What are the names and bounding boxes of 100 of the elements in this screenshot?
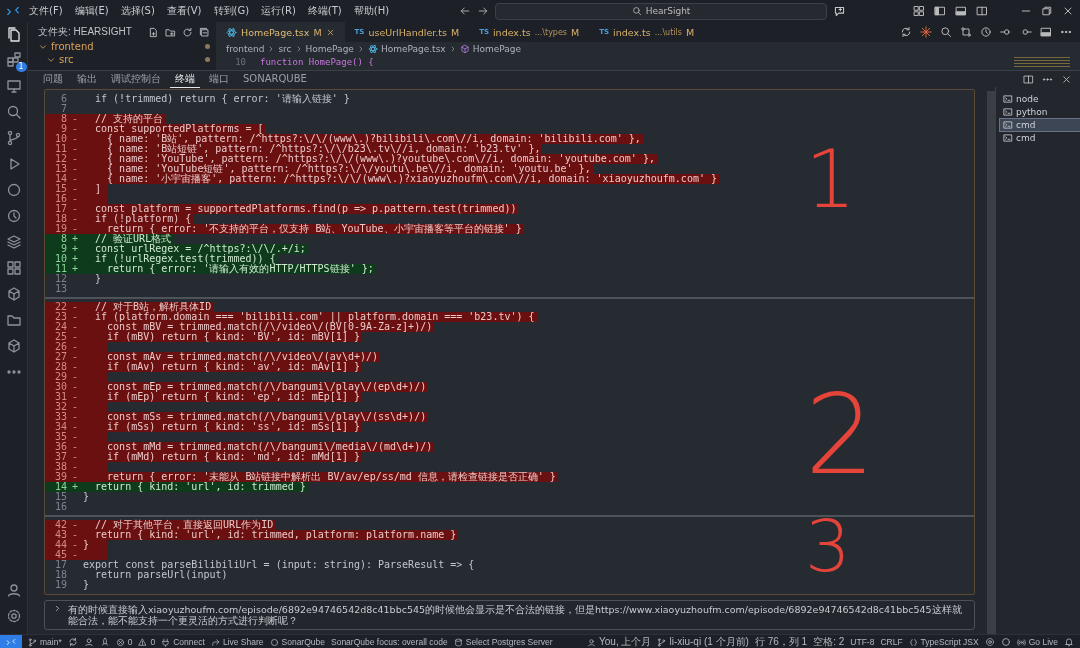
code-line: if (mBV) return { kind: 'BV', id: mBV[1] } xyxy=(106,332,360,342)
code-line: const mEp = trimmed.match(/\/bangumi\/play\/(ep\d+)/) xyxy=(106,382,428,392)
code-line: // 对于B站，解析具体ID xyxy=(94,302,213,312)
diff-sign: - xyxy=(72,431,78,442)
status-item[interactable]: TypeScript JSX xyxy=(908,637,979,647)
menu-item[interactable]: 查看(V) xyxy=(163,4,205,18)
code-line: // 对于其他平台，直接返回URL作为ID xyxy=(94,520,274,530)
code-line: const mAv = trimmed.match(/\/video\/(av\d+)/) xyxy=(106,352,379,362)
line-number: 10 xyxy=(53,254,67,264)
diff-sign: - xyxy=(72,539,78,550)
diff-sign: - xyxy=(72,123,78,134)
panel-tab[interactable]: 输出 xyxy=(72,70,102,88)
line-number: 11 xyxy=(53,144,67,154)
line-number: 12 xyxy=(53,154,67,164)
panel-tab[interactable]: 终端 xyxy=(170,70,200,88)
diff-sign: + xyxy=(72,233,78,244)
handwritten-number: 2 xyxy=(805,380,875,490)
status-item[interactable]: 行 76，列 1 xyxy=(754,635,808,648)
tree-item[interactable]: frontend xyxy=(51,41,94,52)
terminal-item[interactable]: python xyxy=(1000,106,1080,118)
line-number: 9 xyxy=(59,124,67,134)
code-line: } xyxy=(94,274,103,284)
status-item[interactable]: CRLF xyxy=(880,637,903,647)
code-line: { name: 'YouTube短链', pattern: /^https?:\/\/youtu\.be\//i, domain: 'youtu.be' }, xyxy=(106,164,591,174)
line-number: 10 xyxy=(234,56,247,67)
code-line: return { error: '请输入有效的HTTP/HTTPS链接' }; xyxy=(106,264,375,274)
prompt-field[interactable]: 有的时候直接输入xiaoyuzhoufm.com/episode/6892e94746542d8c41bbc545的时候他会显示是不合法的链接，但是https://www.xiaoyuzhoufm.com/episode/6892e94746542d8c41bbc545这样就能合法，能不能支持一个更灵活的方式进行判断呢？ xyxy=(44,600,975,630)
menu-item[interactable]: 选择(S) xyxy=(117,4,158,18)
search-field[interactable]: HearSight xyxy=(495,2,828,20)
line-number: 28 xyxy=(53,362,67,372)
status-item[interactable]: You, 上个月 xyxy=(587,635,652,648)
panel-tab[interactable]: 端口 xyxy=(204,70,234,88)
breadcrumb-item[interactable]: HomePage xyxy=(305,43,354,54)
menu-item[interactable]: 帮助(H) xyxy=(350,4,393,18)
terminal-item[interactable]: node xyxy=(1000,93,1080,105)
menu-item[interactable]: 运行(R) xyxy=(258,4,299,18)
handwritten-number: 1 xyxy=(805,140,856,220)
menu-item[interactable]: 编辑(E) xyxy=(71,4,112,18)
code-line: function HomePage() { xyxy=(260,56,374,67)
diff-sign: + xyxy=(72,481,78,492)
diff-sign: - xyxy=(72,193,78,204)
menu-item[interactable]: 文件(F) xyxy=(26,4,66,18)
editor-tab[interactable]: HomePage.tsx M xyxy=(216,22,345,42)
menu-item[interactable]: 转到(G) xyxy=(210,4,253,18)
status-item[interactable]: UTF-8 xyxy=(850,637,875,647)
line-number: 25 xyxy=(53,332,67,342)
handwritten-number: 3 xyxy=(805,510,851,582)
diff-sign: - xyxy=(72,391,78,402)
terminal-item[interactable]: cmd xyxy=(1000,119,1080,131)
diff-sign: - xyxy=(72,471,78,482)
code-line: { name: 'B站', pattern: /^https?:\/\/(www\.)?bilibili\.com\//i, domain: 'bilibili.com' }, xyxy=(106,134,642,144)
code-line: const supportedPlatforms = [ xyxy=(94,124,265,134)
line-number: 36 xyxy=(53,442,67,452)
diff-sign: - xyxy=(72,371,78,382)
explorer-title: 文件夹: HEARSIGHT xyxy=(38,25,132,39)
line-number: 16 xyxy=(53,194,67,204)
line-number: 14 xyxy=(53,482,67,492)
panel-tab[interactable]: SONARQUBE xyxy=(238,72,312,86)
line-number: 39 xyxy=(53,472,67,482)
status-item[interactable]: main* xyxy=(28,637,62,647)
breadcrumb-item[interactable]: frontend xyxy=(226,43,265,54)
status-item[interactable]: li-xiu-qi (1 个月前) xyxy=(657,635,749,648)
status-item[interactable]: SonarQube xyxy=(269,637,325,647)
status-item[interactable]: 0 xyxy=(138,637,156,647)
panel-tab[interactable]: 问题 xyxy=(38,70,68,88)
code-line: export const parseBilibiliUrl = (input: string): ParseResult => { xyxy=(83,560,476,570)
line-number: 38 xyxy=(53,462,67,472)
line-number: 43 xyxy=(53,530,67,540)
code-line: const mMd = trimmed.match(/\/bangumi\/media\/(md\d+)/) xyxy=(106,442,434,452)
status-item[interactable]: SonarQube focus: overall code xyxy=(331,637,448,647)
line-number: 17 xyxy=(53,204,67,214)
menu-item[interactable]: 终端(T) xyxy=(304,4,345,18)
notification-badge: 1 xyxy=(15,62,27,72)
breadcrumb-item[interactable]: HomePage.tsx xyxy=(380,43,446,54)
diff-sign: - xyxy=(72,213,78,224)
diff-sign: - xyxy=(72,301,78,312)
line-number: 18 xyxy=(53,570,67,580)
diff-sign: - xyxy=(72,361,78,372)
line-number: 14 xyxy=(53,174,67,184)
breadcrumb-item[interactable]: src xyxy=(278,43,292,54)
breadcrumb-item[interactable]: HomePage xyxy=(472,43,522,54)
terminal-item[interactable]: cmd xyxy=(1000,132,1080,144)
code-line: ] xyxy=(94,184,103,194)
diff-sign: - xyxy=(72,411,78,422)
tree-item[interactable]: src xyxy=(59,54,74,65)
status-item[interactable]: Live Share xyxy=(210,637,264,647)
status-item[interactable]: 0 xyxy=(115,637,133,647)
line-number: 12 xyxy=(53,274,67,284)
diff-sign: - xyxy=(72,223,78,234)
diff-sign: - xyxy=(72,311,78,322)
line-number: 15 xyxy=(53,184,67,194)
status-item[interactable]: Select Postgres Server xyxy=(453,637,553,647)
code-line: if (!platform) { xyxy=(94,214,193,224)
code-line: if (!urlRegex.test(trimmed)) { xyxy=(94,254,276,264)
status-item[interactable]: Go Live xyxy=(1016,637,1058,647)
status-item[interactable]: 空格: 2 xyxy=(813,635,845,648)
panel-tab[interactable]: 调试控制台 xyxy=(106,70,166,88)
status-item[interactable]: Connect xyxy=(161,637,205,647)
line-number: 17 xyxy=(53,560,67,570)
line-number: 30 xyxy=(53,382,67,392)
